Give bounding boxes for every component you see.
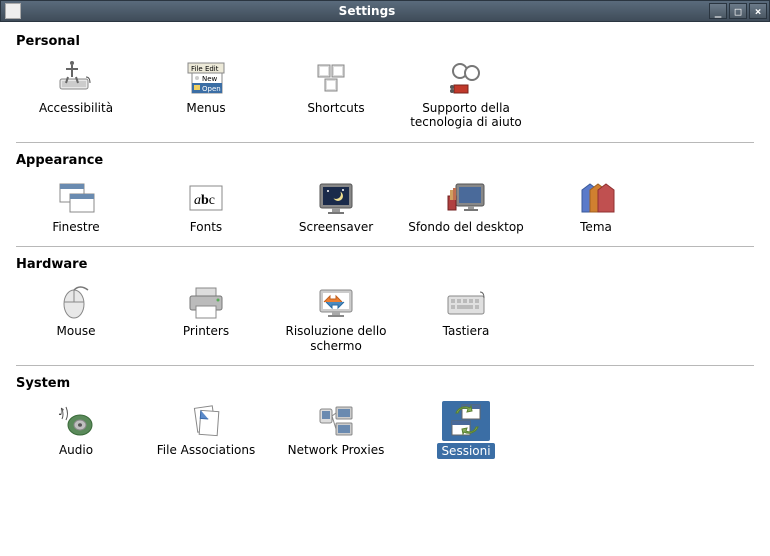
settings-content: Personal Accessibilità File Edit New Open Men… xyxy=(0,22,770,556)
windows-icon xyxy=(52,178,100,218)
sessions-icon xyxy=(442,401,490,441)
svg-text:File Edit: File Edit xyxy=(191,65,219,73)
section-appearance: Appearance Finestre abc Fonts Screensaver Sfo… xyxy=(16,153,754,238)
svg-text:Open: Open xyxy=(202,85,221,93)
screensaver-icon xyxy=(312,178,360,218)
settings-item[interactable]: ♪ Audio xyxy=(16,397,136,463)
settings-item-label: Printers xyxy=(183,324,229,338)
window-app-icon xyxy=(5,3,21,19)
settings-item[interactable]: Shortcuts xyxy=(276,55,396,134)
settings-item[interactable]: Supporto della tecnologia di aiuto xyxy=(406,55,526,134)
svg-text:abc: abc xyxy=(194,193,215,208)
svg-text:New: New xyxy=(202,75,218,83)
section-grid: Mouse Printers Risoluzione dello schermo Ta… xyxy=(16,278,754,357)
settings-item-label: Mouse xyxy=(57,324,96,338)
section-grid: ♪ Audio File Associations Network Proxies Se… xyxy=(16,397,754,463)
mouse-icon xyxy=(52,282,100,322)
section-divider xyxy=(16,246,754,247)
section-header: Appearance xyxy=(16,153,754,168)
maximize-button[interactable]: □ xyxy=(729,3,747,19)
window-title: Settings xyxy=(25,4,709,18)
audio-icon: ♪ xyxy=(52,401,100,441)
settings-item[interactable]: Accessibilità xyxy=(16,55,136,134)
settings-item-label: Accessibilità xyxy=(39,101,113,115)
keyboard-icon xyxy=(442,282,490,322)
settings-item-label: Shortcuts xyxy=(307,101,364,115)
printer-icon xyxy=(182,282,230,322)
section-divider xyxy=(16,142,754,143)
wallpaper-icon xyxy=(442,178,490,218)
settings-item[interactable]: Tastiera xyxy=(406,278,526,357)
display-icon xyxy=(312,282,360,322)
settings-item-label: Screensaver xyxy=(299,220,373,234)
fonts-icon: abc xyxy=(182,178,230,218)
settings-item[interactable]: Network Proxies xyxy=(276,397,396,463)
assistive-tech-icon xyxy=(442,59,490,99)
svg-text:♪: ♪ xyxy=(58,407,64,418)
theme-icon xyxy=(572,178,620,218)
settings-item[interactable]: Risoluzione dello schermo xyxy=(276,278,396,357)
minimize-button[interactable]: _ xyxy=(709,3,727,19)
close-button[interactable]: × xyxy=(749,3,767,19)
settings-item[interactable]: Printers xyxy=(146,278,266,357)
settings-item[interactable]: File Associations xyxy=(146,397,266,463)
settings-item-label: Tastiera xyxy=(443,324,490,338)
settings-item-label: Audio xyxy=(59,443,93,457)
accessibility-icon xyxy=(52,59,100,99)
settings-item-label: Supporto della tecnologia di aiuto xyxy=(408,101,524,130)
settings-item-label: File Associations xyxy=(157,443,255,457)
network-icon xyxy=(312,401,360,441)
settings-item-label: Sfondo del desktop xyxy=(408,220,524,234)
window-controls: _ □ × xyxy=(709,3,767,19)
settings-item[interactable]: abc Fonts xyxy=(146,174,266,238)
section-personal: Personal Accessibilità File Edit New Open Men… xyxy=(16,34,754,134)
settings-item[interactable]: File Edit New Open Menus xyxy=(146,55,266,134)
section-header: Personal xyxy=(16,34,754,49)
settings-item-label: Tema xyxy=(580,220,612,234)
section-grid: Finestre abc Fonts Screensaver Sfondo del de… xyxy=(16,174,754,238)
section-hardware: Hardware Mouse Printers Risoluzione dello s… xyxy=(16,257,754,357)
shortcuts-icon xyxy=(312,59,360,99)
titlebar: Settings _ □ × xyxy=(0,0,770,22)
settings-item-label: Network Proxies xyxy=(288,443,385,457)
section-system: System ♪ Audio File Associations Network Pro… xyxy=(16,376,754,463)
section-grid: Accessibilità File Edit New Open Menus Shortc… xyxy=(16,55,754,134)
section-header: System xyxy=(16,376,754,391)
settings-item-label: Risoluzione dello schermo xyxy=(278,324,394,353)
section-header: Hardware xyxy=(16,257,754,272)
settings-item-label: Fonts xyxy=(190,220,222,234)
file-assoc-icon xyxy=(182,401,230,441)
settings-item[interactable]: Screensaver xyxy=(276,174,396,238)
settings-item-label: Finestre xyxy=(52,220,99,234)
settings-item[interactable]: Mouse xyxy=(16,278,136,357)
settings-item[interactable]: Finestre xyxy=(16,174,136,238)
section-divider xyxy=(16,365,754,366)
settings-item-label: Menus xyxy=(186,101,225,115)
settings-item-label: Sessioni xyxy=(437,443,494,459)
settings-item[interactable]: Sessioni xyxy=(406,397,526,463)
settings-item[interactable]: Sfondo del desktop xyxy=(406,174,526,238)
menus-icon: File Edit New Open xyxy=(182,59,230,99)
settings-item[interactable]: Tema xyxy=(536,174,656,238)
